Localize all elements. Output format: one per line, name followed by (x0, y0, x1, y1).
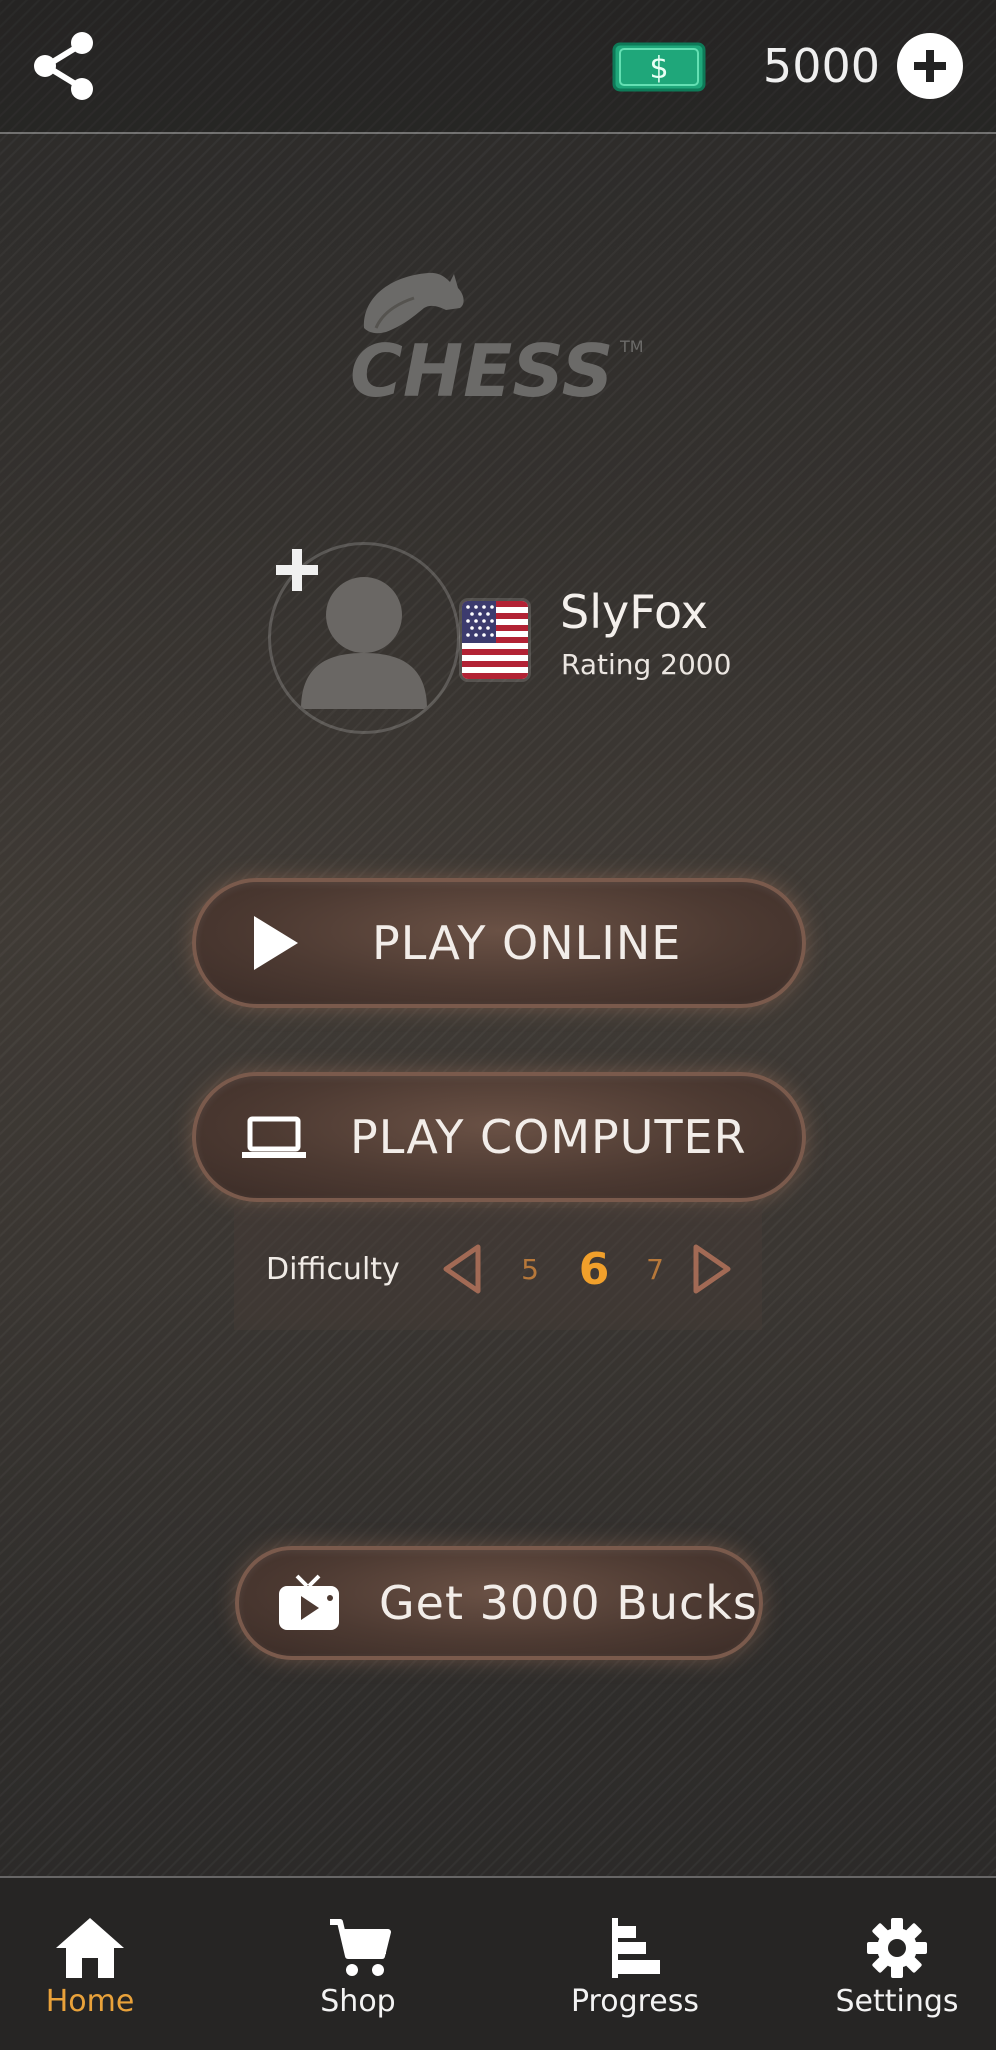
bottom-navigation: Home Shop Progress Settings (0, 1876, 996, 2050)
rating: Rating 2000 (561, 648, 732, 681)
chess-logo: CHESS TM (350, 272, 644, 408)
play-computer-button[interactable]: PLAY COMPUTER (192, 1072, 806, 1202)
play-online-label: PLAY ONLINE (372, 916, 682, 970)
nav-settings[interactable]: Settings (828, 1878, 966, 2050)
get-bucks-button[interactable]: Get 3000 Bucks (235, 1546, 763, 1660)
nav-settings-label: Settings (835, 1984, 959, 2019)
laptop-icon (242, 1116, 306, 1158)
us-flag-icon[interactable] (462, 601, 528, 679)
plus-icon (914, 50, 946, 82)
svg-text:TM: TM (619, 337, 644, 356)
difficulty-selector: Difficulty 5 6 7 (234, 1208, 762, 1330)
nav-home[interactable]: Home (30, 1878, 150, 2050)
home-icon (56, 1918, 124, 1978)
top-bar: $ 5000 (0, 0, 996, 134)
play-computer-label: PLAY COMPUTER (350, 1110, 747, 1164)
difficulty-prev-value[interactable]: 5 (505, 1208, 555, 1330)
difficulty-current-value: 6 (578, 1243, 610, 1295)
progress-bars-icon (612, 1918, 660, 1978)
gear-icon (867, 1918, 927, 1978)
difficulty-label: Difficulty (266, 1251, 400, 1287)
chevron-left-icon[interactable] (442, 1243, 482, 1295)
chevron-right-icon[interactable] (692, 1243, 732, 1295)
share-icon[interactable] (30, 30, 98, 102)
nav-home-label: Home (45, 1984, 135, 2019)
nav-shop-label: Shop (320, 1984, 396, 2019)
nav-shop[interactable]: Shop (298, 1878, 418, 2050)
username: SlyFox (560, 585, 708, 639)
nav-progress[interactable]: Progress (560, 1878, 710, 2050)
dollar-bill-icon[interactable]: $ (612, 42, 706, 92)
nav-progress-label: Progress (570, 1984, 700, 2019)
play-online-button[interactable]: PLAY ONLINE (192, 878, 806, 1008)
get-bucks-label: Get 3000 Bucks (379, 1576, 758, 1630)
add-photo-icon[interactable] (276, 549, 318, 591)
logo-text: CHESS (350, 329, 613, 408)
difficulty-next-value[interactable]: 7 (630, 1208, 680, 1330)
play-icon (254, 916, 298, 970)
coin-balance: 5000 (762, 39, 880, 93)
cart-icon (330, 1919, 391, 1976)
add-coins-button[interactable] (897, 33, 963, 99)
svg-text:$: $ (649, 51, 668, 86)
tv-play-icon (279, 1574, 339, 1630)
